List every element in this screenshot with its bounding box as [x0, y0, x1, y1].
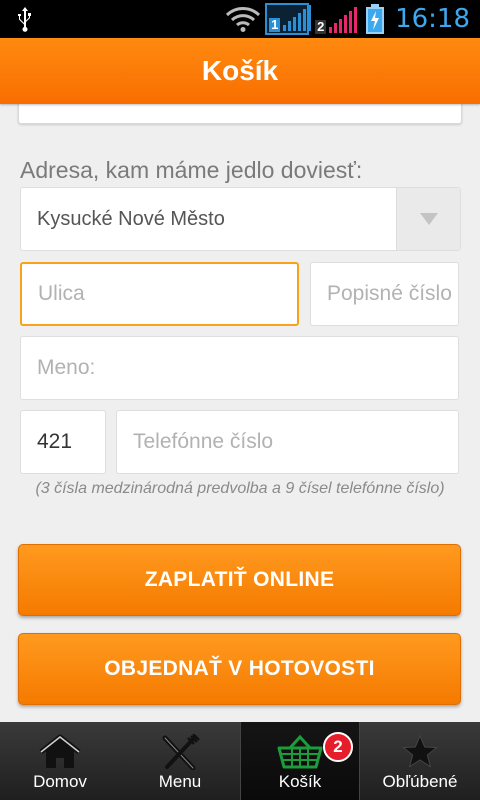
home-icon [39, 734, 81, 768]
cash-order-button[interactable]: OBJEDNAŤ V HOTOVOSTI [18, 633, 461, 705]
nav-item-cart[interactable]: Košík 2 [240, 722, 360, 800]
nav-item-label: Menu [158, 772, 202, 791]
house-number-input[interactable] [311, 263, 458, 325]
house-number-field[interactable] [310, 262, 459, 326]
phone-helper-text: (3 čísla medzinárodná predvolba a 9 číse… [35, 480, 445, 497]
phone-prefix-field[interactable] [20, 410, 106, 474]
nav-item-label: Košík [278, 772, 322, 791]
phone-number-field[interactable] [116, 410, 459, 474]
pay-online-button[interactable]: ZAPLATIŤ ONLINE [18, 544, 461, 616]
usb-icon [18, 7, 31, 32]
star-icon [402, 734, 438, 768]
cart-count-badge: 2 [323, 732, 353, 762]
nav-item-label: Obľúbené [382, 772, 458, 791]
fork-knife-icon [162, 734, 200, 770]
address-section-label: Adresa, kam máme jedlo doviesť: [20, 157, 363, 183]
signal-sim1-icon: 1 [265, 3, 312, 35]
nav-item-favorites[interactable]: Obľúbené [360, 722, 480, 800]
clock: 16:18 [395, 4, 470, 34]
city-select-value: Kysucké Nové Město [37, 208, 225, 230]
nav-item-home[interactable]: Domov [0, 722, 120, 800]
basket-icon [277, 734, 323, 769]
name-input[interactable] [21, 337, 458, 399]
sim1-number: 1 [269, 17, 281, 32]
page-title: Košík [201, 55, 279, 86]
app-header: Košík [0, 38, 480, 104]
phone-number-input[interactable] [117, 411, 458, 473]
nav-item-menu[interactable]: Menu [120, 722, 240, 800]
signal-sim2-icon: 2 [313, 3, 358, 35]
wifi-icon [226, 7, 261, 32]
nav-item-label: Domov [33, 772, 87, 791]
street-field[interactable] [20, 262, 299, 326]
bottom-nav: Domov Menu Košík 2 Obľúbené [0, 722, 480, 800]
city-select-toggle[interactable] [396, 188, 460, 250]
phone-prefix-input[interactable] [21, 411, 105, 473]
sim2-number: 2 [315, 19, 327, 34]
city-select[interactable]: Kysucké Nové Město [20, 187, 461, 251]
cart-form: Adresa, kam máme jedlo doviesť: Kysucké … [0, 104, 480, 722]
battery-charging-icon [366, 4, 385, 34]
name-field[interactable] [20, 336, 459, 400]
previous-card [18, 104, 462, 124]
chevron-down-icon [419, 213, 438, 225]
street-input[interactable] [22, 264, 297, 324]
status-bar: 1 2 16:18 [0, 0, 480, 38]
